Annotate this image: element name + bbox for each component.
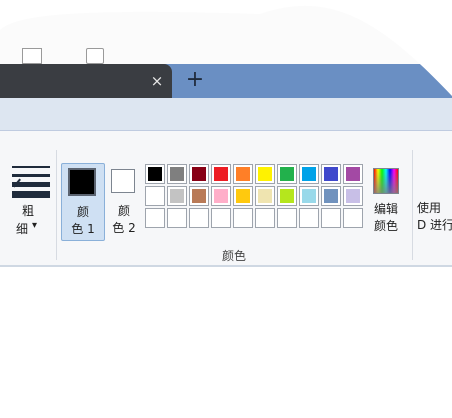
swatch-fill	[170, 167, 184, 181]
swatch-fill	[192, 167, 206, 181]
custom-color-slot[interactable]	[211, 208, 231, 228]
swatch-fill	[324, 189, 338, 203]
swatch-fill	[280, 189, 294, 203]
new-tab-icon[interactable]: +	[185, 70, 205, 90]
custom-color-slot[interactable]	[343, 208, 363, 228]
ribbon-bottom-border	[0, 265, 452, 267]
palette-swatch[interactable]	[321, 186, 341, 206]
colors-group-label: 颜色	[222, 249, 247, 263]
title-bar	[0, 0, 452, 64]
color-spectrum-icon	[373, 168, 399, 194]
menu-band	[0, 98, 452, 131]
palette-swatch[interactable]	[233, 164, 253, 184]
crop-icon[interactable]	[86, 48, 104, 64]
color-1-label-2: 色 1	[71, 222, 95, 236]
swatch-fill	[346, 189, 360, 203]
color-1-button[interactable]: 颜 色 1	[61, 163, 105, 241]
swatch-fill	[324, 167, 338, 181]
line-width-label-2: 细	[16, 222, 29, 236]
palette-swatch[interactable]	[321, 164, 341, 184]
color-2-button[interactable]: 颜 色 2	[103, 163, 145, 239]
select-icon[interactable]	[22, 48, 42, 64]
edit-colors-label-1: 编辑	[373, 202, 398, 216]
swatch-fill	[280, 167, 294, 181]
palette-swatch[interactable]	[145, 164, 165, 184]
separator	[412, 150, 413, 260]
palette-swatch[interactable]	[343, 186, 363, 206]
palette-swatch[interactable]	[167, 186, 187, 206]
swatch-fill	[236, 167, 250, 181]
paint-3d-label-1: 使用	[417, 201, 442, 215]
custom-color-slot[interactable]	[277, 208, 297, 228]
paint-3d-button[interactable]: 使用 D 进行	[417, 200, 452, 236]
swatch-fill	[302, 167, 316, 181]
custom-color-slot[interactable]	[321, 208, 341, 228]
palette-swatch[interactable]	[211, 164, 231, 184]
chevron-down-icon: ▾	[32, 220, 38, 231]
custom-color-slot[interactable]	[167, 208, 187, 228]
palette-swatch[interactable]	[211, 186, 231, 206]
swatch-fill	[192, 189, 206, 203]
swatch-fill	[214, 189, 228, 203]
color-2-label-2: 色 2	[112, 221, 136, 235]
custom-color-slot[interactable]	[233, 208, 253, 228]
palette-swatch[interactable]	[189, 164, 209, 184]
color-1-swatch	[68, 168, 96, 196]
palette-swatch[interactable]	[299, 186, 319, 206]
separator	[56, 150, 57, 260]
swatch-fill	[302, 189, 316, 203]
line-width-button[interactable]: 粗 细 ▾	[6, 162, 50, 240]
palette-swatch[interactable]	[189, 186, 209, 206]
swatch-fill	[346, 167, 360, 181]
swatch-fill	[148, 167, 162, 181]
swatch-fill	[148, 189, 162, 203]
color-1-label-1: 颜	[76, 205, 89, 219]
paint-window: × + 粗 细 ▾ 颜 色 1 颜 色 2 编辑 颜色 使用 D 进行 颜色	[0, 0, 452, 418]
palette-swatch[interactable]	[255, 164, 275, 184]
palette-swatch[interactable]	[277, 186, 297, 206]
custom-color-slot[interactable]	[189, 208, 209, 228]
palette-swatch[interactable]	[343, 164, 363, 184]
palette-swatch[interactable]	[167, 164, 187, 184]
swatch-fill	[258, 189, 272, 203]
color-2-label-1: 颜	[117, 204, 130, 218]
swatch-fill	[258, 167, 272, 181]
palette-swatch[interactable]	[145, 186, 165, 206]
tab-active[interactable]	[0, 64, 172, 98]
swatch-fill	[236, 189, 250, 203]
custom-color-slot[interactable]	[299, 208, 319, 228]
palette-swatch[interactable]	[233, 186, 253, 206]
paint-3d-label-2: D 进行	[417, 218, 452, 232]
custom-color-slot[interactable]	[145, 208, 165, 228]
palette-swatch[interactable]	[299, 164, 319, 184]
line-width-label-1: 粗	[22, 204, 35, 218]
color-2-swatch	[111, 169, 135, 193]
edit-colors-label-2: 颜色	[373, 219, 398, 233]
custom-color-slot[interactable]	[255, 208, 275, 228]
close-tab-icon[interactable]: ×	[148, 72, 166, 90]
palette-swatch[interactable]	[255, 186, 275, 206]
palette-swatch[interactable]	[277, 164, 297, 184]
swatch-fill	[170, 189, 184, 203]
swatch-fill	[214, 167, 228, 181]
